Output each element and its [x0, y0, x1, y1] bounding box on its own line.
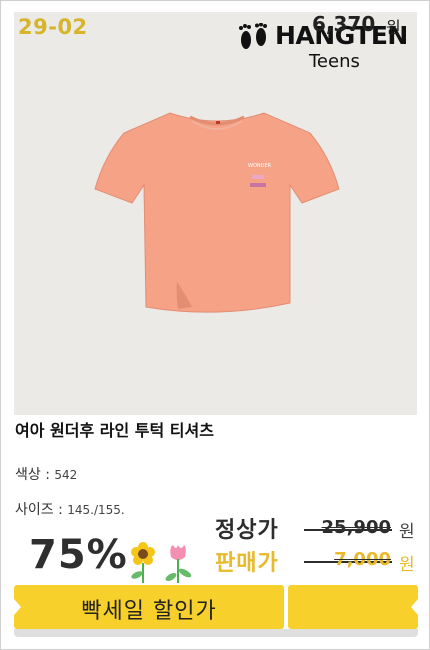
color-value: 542 — [54, 468, 78, 482]
banner-currency: 원 — [386, 18, 401, 37]
tulip-icon — [165, 545, 192, 583]
flower-decoration — [131, 542, 192, 583]
banner-shadow — [14, 629, 418, 637]
banner-price: 6,370 — [312, 12, 376, 36]
regular-price-value: 25,900 — [321, 517, 391, 538]
product-name[interactable]: 여아 원더후 라인 투턱 티셔츠 — [15, 417, 214, 441]
size-value: 145./155. — [67, 503, 125, 517]
sunflower-icon — [131, 542, 155, 583]
item-code: 29-02 — [18, 15, 88, 39]
banner-title: 빡세일 할인가 — [81, 599, 217, 624]
product-photo[interactable]: 29-02 HANGTEN Teens WONDER — [14, 12, 417, 415]
color-label: 색상 : — [15, 467, 50, 483]
sale-banner[interactable]: 빡세일 할인가 — [14, 585, 418, 629]
banner-notch-right — [411, 599, 418, 615]
regular-price-currency: 원 — [399, 522, 415, 542]
svg-text:WONDER: WONDER — [248, 163, 272, 169]
size-spec: 사이즈 : 145./155. — [15, 499, 125, 519]
size-label: 사이즈 : — [15, 502, 63, 518]
sale-price-currency: 원 — [399, 555, 415, 575]
product-card[interactable]: 29-02 HANGTEN Teens WONDER 여아 원더후 라인 투턱 … — [0, 0, 430, 650]
color-spec: 색상 : 542 — [15, 464, 77, 484]
discount-rate: 75% — [29, 532, 128, 578]
tshirt-image: WONDER — [94, 112, 340, 313]
banner-price-box — [288, 585, 418, 629]
regular-price-label: 정상가 — [215, 518, 279, 543]
sale-price-value: 7,000 — [334, 549, 391, 570]
brand-sub: Teens — [309, 51, 360, 72]
sale-price-label: 판매가 — [215, 551, 279, 576]
footprints-icon — [239, 23, 267, 49]
